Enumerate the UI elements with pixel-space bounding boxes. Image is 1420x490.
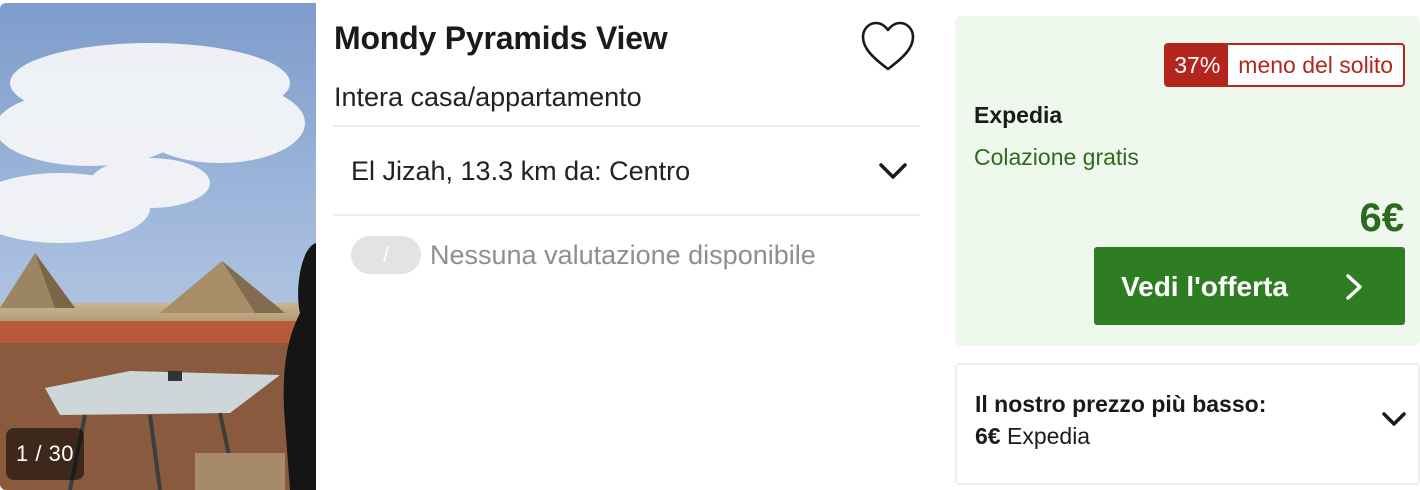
divider (333, 125, 920, 127)
location-text: El Jizah, 13.3 km da: Centro (351, 156, 691, 186)
deal-perk: Colazione gratis (974, 144, 1139, 170)
hotel-photo[interactable]: 1 / 30 (0, 3, 316, 490)
lowest-price-provider: Expedia (1006, 423, 1091, 449)
deal-price: 6€ (1359, 196, 1405, 240)
view-deal-label: Vedi l'offerta (1121, 271, 1288, 302)
rating-text: Nessuna valutazione disponibile (430, 240, 816, 270)
discount-percent: 37% (1166, 45, 1229, 85)
location-toggle[interactable]: El Jizah, 13.3 km da: Centro (334, 128, 920, 214)
lowest-price-title: Il nostro prezzo più basso: (975, 391, 1267, 417)
discount-badge: 37% meno del solito (1164, 43, 1405, 87)
property-type: Intera casa/appartamento (334, 82, 642, 112)
lowest-price-value: 6€ (975, 423, 1001, 449)
view-deal-button[interactable]: Vedi l'offerta (1094, 247, 1405, 325)
hotel-photo-image (0, 3, 316, 490)
discount-text: meno del solito (1238, 52, 1393, 78)
rating-badge: / (351, 236, 421, 274)
chevron-right-icon (1346, 274, 1362, 300)
listing-info: Mondy Pyramids View Intera casa/appartam… (333, 0, 920, 490)
chevron-down-icon (879, 163, 907, 179)
chevron-down-icon (1382, 412, 1406, 426)
listing-title[interactable]: Mondy Pyramids View (334, 20, 668, 57)
deal-panel: 37% meno del solito Expedia Colazione gr… (955, 16, 1420, 346)
lowest-price-card[interactable]: Il nostro prezzo più basso: 6€ Expedia (955, 363, 1420, 485)
lowest-price-line: 6€ Expedia (975, 423, 1090, 450)
deal-provider: Expedia (974, 102, 1063, 128)
heart-outline-icon[interactable] (860, 20, 916, 74)
photo-counter: 1 / 30 (6, 428, 85, 480)
divider (333, 214, 920, 216)
